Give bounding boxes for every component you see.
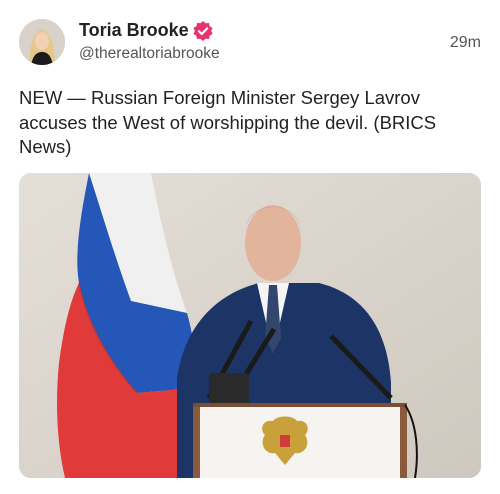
author-handle[interactable]: @therealtoriabrooke: [79, 45, 220, 63]
photo-illustration: [19, 173, 481, 478]
post-timestamp[interactable]: 29m: [450, 34, 481, 52]
avatar-image: [19, 19, 65, 65]
avatar[interactable]: [19, 19, 65, 65]
post-media-image[interactable]: [19, 173, 481, 478]
post-text: NEW — Russian Foreign Minister Sergey La…: [19, 87, 437, 157]
author-name[interactable]: Toria Brooke: [79, 20, 189, 41]
podium: [193, 403, 407, 478]
verified-badge-icon: [192, 20, 214, 42]
